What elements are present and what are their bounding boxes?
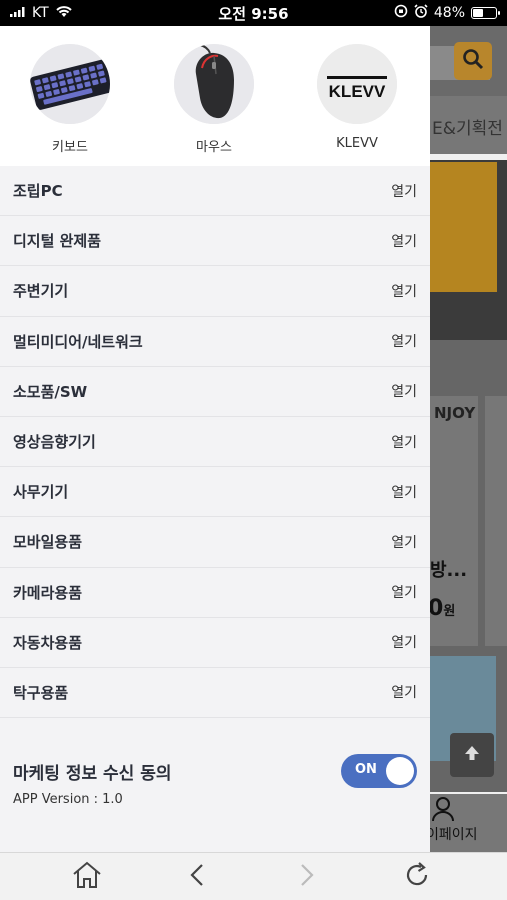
menu-item[interactable]: 영상음향기기 열기: [0, 417, 430, 468]
brand-klevv-label: KLEVV: [336, 136, 378, 151]
brand-row: 키보드 마우스 KLEVV KLEVV: [0, 26, 430, 166]
menu-item-label: 소모품/SW: [13, 382, 88, 401]
menu-open-link[interactable]: 열기: [391, 231, 417, 251]
forward-icon: [299, 863, 315, 891]
brand-keyboard-label: 키보드: [52, 140, 88, 155]
brand-keyboard[interactable]: 키보드: [15, 44, 125, 155]
rotation-lock-icon: [394, 4, 408, 22]
menu-open-link[interactable]: 열기: [391, 281, 417, 301]
bg-price-value: 0: [428, 596, 444, 621]
menu-item-label: 자동차용품: [13, 633, 83, 652]
menu-item-label: 모바일용품: [13, 533, 83, 552]
forward-button[interactable]: [252, 853, 362, 900]
bg-price: 0원: [428, 596, 455, 621]
toggle-state-label: ON: [355, 762, 377, 777]
signal-icon: [10, 5, 26, 21]
menu-item[interactable]: 탁구용품 열기: [0, 668, 430, 719]
menu-open-link[interactable]: 열기: [391, 432, 417, 452]
marketing-consent-label: 마케팅 정보 수신 동의: [13, 764, 172, 784]
brand-mouse-label: 마우스: [196, 140, 232, 155]
menu-item[interactable]: 조립PC 열기: [0, 166, 430, 217]
menu-open-link[interactable]: 열기: [391, 381, 417, 401]
refresh-button[interactable]: [362, 853, 472, 900]
klevv-logo-text: KLEVV: [329, 82, 386, 101]
carrier: KT: [32, 5, 49, 21]
menu-open-link[interactable]: 열기: [391, 482, 417, 502]
bg-mypage-label: 이페이지: [426, 827, 478, 843]
menu-item[interactable]: 소모품/SW 열기: [0, 367, 430, 417]
back-icon: [189, 863, 205, 891]
menu-item-label: 멀티미디어/네트워크: [13, 332, 143, 351]
battery-fill: [473, 9, 484, 17]
bg-banner-accent: [430, 162, 497, 292]
menu-item[interactable]: 주변기기 열기: [0, 266, 430, 317]
menu-open-link[interactable]: 열기: [391, 632, 417, 652]
menu-item-label: 탁구용품: [13, 683, 69, 702]
status-left: KT: [10, 5, 180, 22]
menu-open-link[interactable]: 열기: [391, 532, 417, 552]
menu-item[interactable]: 자동차용품 열기: [0, 618, 430, 668]
search-icon: [462, 48, 484, 74]
browser-toolbar: [0, 852, 507, 900]
up-arrow-icon: [463, 744, 481, 767]
scroll-top-button: [450, 733, 494, 777]
category-menu: 조립PC 열기 디지털 완제품 열기 주변기기 열기 멀티미디어/네트워크 열기 소모품/SW 열…: [0, 166, 430, 719]
home-button[interactable]: [32, 853, 142, 900]
brand-mouse[interactable]: 마우스: [159, 44, 269, 155]
app-version: APP Version : 1.0: [13, 792, 123, 807]
menu-item-label: 영상음향기기: [13, 433, 96, 452]
marketing-toggle[interactable]: ON: [341, 754, 417, 788]
bg-search-button: [454, 42, 492, 80]
home-icon: [72, 861, 102, 893]
keyboard-image: [30, 44, 110, 124]
menu-item-label: 사무기기: [13, 483, 69, 502]
toggle-knob: [386, 757, 414, 785]
battery-percent: 48%: [433, 5, 465, 21]
menu-open-link[interactable]: 열기: [391, 582, 417, 602]
alarm-icon: [414, 4, 428, 22]
menu-item-label: 디지털 완제품: [13, 232, 102, 251]
battery-icon: [471, 7, 500, 19]
person-icon: [432, 796, 454, 826]
menu-open-link[interactable]: 열기: [391, 331, 417, 351]
bg-product-card-2: [485, 396, 507, 646]
menu-item-label: 카메라용품: [13, 583, 83, 602]
menu-open-link[interactable]: 열기: [391, 682, 417, 702]
menu-item[interactable]: 멀티미디어/네트워크 열기: [0, 317, 430, 367]
mouse-image: [174, 44, 254, 124]
menu-item[interactable]: 사무기기 열기: [0, 467, 430, 518]
refresh-icon: [403, 861, 431, 893]
wifi-icon: [55, 5, 73, 22]
back-button[interactable]: [142, 853, 252, 900]
menu-open-link[interactable]: 열기: [391, 181, 417, 201]
menu-item[interactable]: 카메라용품 열기: [0, 568, 430, 618]
bg-card-brand: NJOY: [434, 404, 476, 422]
bg-price-unit: 원: [443, 604, 456, 619]
status-right: 48%: [327, 4, 500, 22]
brand-klevv[interactable]: KLEVV KLEVV: [302, 44, 412, 151]
menu-item-label: 주변기기: [13, 282, 69, 301]
menu-item[interactable]: 디지털 완제품 열기: [0, 216, 430, 267]
menu-item-label: 조립PC: [13, 182, 63, 201]
clock: 오전 9:56: [218, 4, 289, 23]
status-bar: KT 오전 9:56 48%: [0, 0, 507, 26]
bg-tab-text: E&기획전: [432, 119, 503, 139]
category-drawer: 키보드 마우스 KLEVV KLEVV 조립PC 열기 디지털 완제품 열기 주…: [0, 26, 430, 852]
bg-product-title: 방...: [430, 560, 468, 581]
klevv-logo: KLEVV: [317, 44, 397, 124]
menu-item[interactable]: 모바일용품 열기: [0, 517, 430, 568]
